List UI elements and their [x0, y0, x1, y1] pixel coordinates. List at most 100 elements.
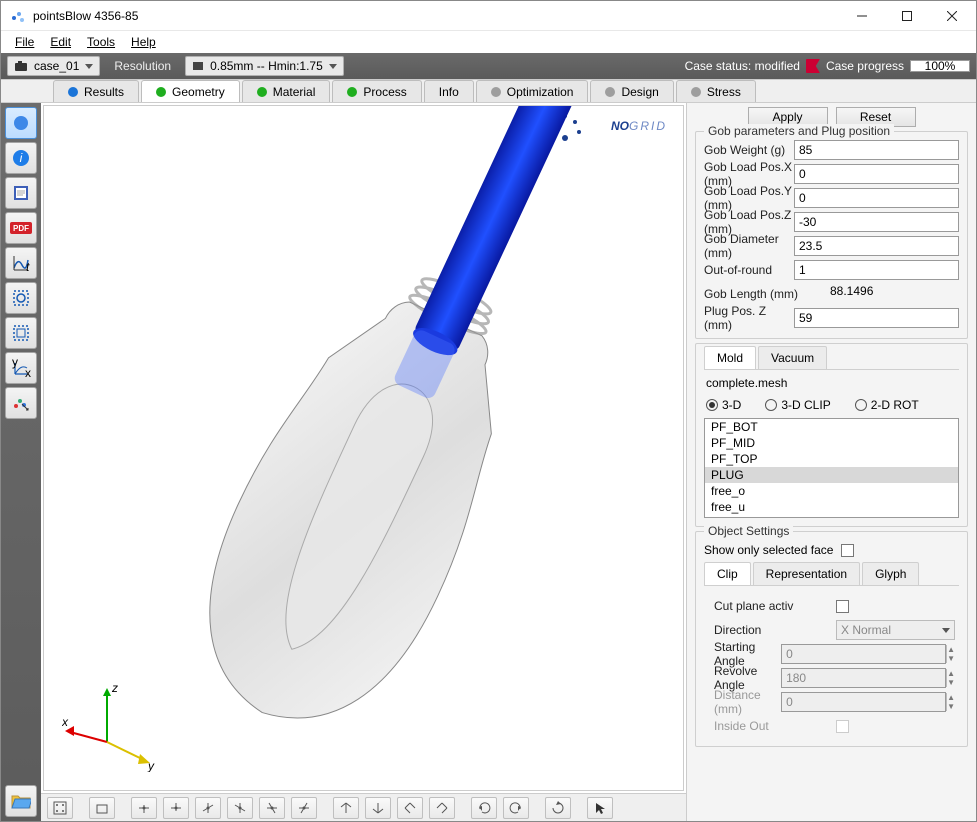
chevron-down-icon: [329, 64, 337, 69]
square-icon: [192, 61, 204, 71]
radio-icon: [706, 399, 718, 411]
fullscreen-button[interactable]: [5, 317, 37, 349]
info-button[interactable]: i: [5, 142, 37, 174]
tab-stress[interactable]: Stress: [676, 80, 756, 102]
svg-text:y: y: [12, 358, 18, 369]
status-dot-icon: [156, 87, 166, 97]
menu-edit[interactable]: Edit: [42, 33, 79, 51]
plug-z-input[interactable]: [794, 308, 959, 328]
pdf-icon: PDF: [10, 222, 32, 234]
case-selector[interactable]: case_01: [7, 56, 100, 76]
gob-length-label: Gob Length (mm): [704, 287, 826, 301]
status-dot-icon: [691, 87, 701, 97]
status-dot-icon: [605, 87, 615, 97]
status-dot-icon: [491, 87, 501, 97]
menu-file[interactable]: File: [7, 33, 42, 51]
out-of-round-input[interactable]: [794, 260, 959, 280]
minimize-button[interactable]: [839, 1, 884, 30]
revolve-angle-input: [781, 668, 946, 688]
case-progress-label: Case progress: [826, 59, 904, 73]
main-area: i PDF t yx NOGRID: [1, 103, 976, 821]
radio-3d[interactable]: 3-D: [706, 398, 741, 412]
tab-info[interactable]: Info: [424, 80, 474, 102]
title-bar: pointsBlow 4356-85: [1, 1, 976, 31]
subtab-mold[interactable]: Mold: [704, 346, 756, 369]
notes-button[interactable]: [5, 177, 37, 209]
left-toolbar: i PDF t yx: [1, 103, 41, 821]
list-item[interactable]: free_u: [705, 499, 958, 515]
radio-3d-clip[interactable]: 3-D CLIP: [765, 398, 830, 412]
object-subtabs: Clip Representation Glyph: [704, 562, 959, 586]
gob-load-y-input[interactable]: [794, 188, 959, 208]
spinner: ▲▼: [946, 693, 955, 711]
gob-load-z-input[interactable]: [794, 212, 959, 232]
tab-design[interactable]: Design: [590, 80, 673, 102]
inside-out-checkbox: [836, 720, 849, 733]
mesh-filename: complete.mesh: [704, 370, 959, 392]
list-item[interactable]: free_o: [705, 483, 958, 499]
subtab-clip[interactable]: Clip: [704, 562, 751, 585]
mold-subtabs: Mold Vacuum: [704, 346, 959, 370]
top-toolbar: case_01 Resolution 0.85mm -- Hmin:1.75 C…: [1, 53, 976, 79]
axes-tool-button[interactable]: yx: [5, 352, 37, 384]
gob-length-value: 88.1496: [826, 284, 959, 304]
list-item[interactable]: PF_BOT: [705, 419, 958, 435]
pick-point-button[interactable]: [5, 387, 37, 419]
home-view-button[interactable]: [5, 107, 37, 139]
gob-parameters-group: Gob parameters and Plug position Gob Wei…: [695, 131, 968, 339]
radio-2d-rot[interactable]: 2-D ROT: [855, 398, 919, 412]
plot-tool-button[interactable]: t: [5, 247, 37, 279]
tab-material[interactable]: Material: [242, 80, 331, 102]
subtab-glyph[interactable]: Glyph: [862, 562, 919, 585]
tab-results[interactable]: Results: [53, 80, 139, 102]
app-icon: [9, 7, 27, 25]
svg-text:y: y: [147, 759, 155, 772]
direction-label: Direction: [714, 623, 836, 637]
cut-plane-checkbox[interactable]: [836, 600, 849, 613]
resolution-selector[interactable]: 0.85mm -- Hmin:1.75: [185, 56, 344, 76]
list-item[interactable]: PF_MID: [705, 435, 958, 451]
tab-optimization[interactable]: Optimization: [476, 80, 589, 102]
cut-plane-label: Cut plane activ: [714, 599, 836, 613]
list-item[interactable]: PLUG: [705, 467, 958, 483]
screenshot-button[interactable]: [5, 282, 37, 314]
maximize-button[interactable]: [884, 1, 929, 30]
svg-text:z: z: [111, 682, 118, 695]
mold-group: Mold Vacuum complete.mesh 3-D 3-D CLIP 2…: [695, 343, 968, 527]
spinner: ▲▼: [946, 669, 955, 687]
gob-diameter-label: Gob Diameter (mm): [704, 232, 794, 260]
view-mode-radios: 3-D 3-D CLIP 2-D ROT: [704, 392, 959, 418]
menu-tools[interactable]: Tools: [79, 33, 123, 51]
3d-viewport[interactable]: NOGRID: [43, 105, 684, 791]
subtab-representation[interactable]: Representation: [753, 562, 860, 585]
progress-bar: 100%: [910, 60, 970, 72]
gob-load-x-input[interactable]: [794, 164, 959, 184]
parts-listbox[interactable]: PF_BOT PF_MID PF_TOP PLUG free_o free_u: [704, 418, 959, 518]
axis-gizmo: z x y: [62, 682, 172, 772]
direction-select: X Normal: [836, 620, 955, 640]
status-dot-icon: [68, 87, 78, 97]
distance-label: Distance (mm): [714, 688, 781, 716]
subtab-vacuum[interactable]: Vacuum: [758, 346, 827, 369]
case-name: case_01: [34, 59, 79, 73]
open-folder-button[interactable]: [5, 785, 37, 817]
camera-icon: [14, 60, 28, 72]
gob-diameter-input[interactable]: [794, 236, 959, 256]
gob-weight-input[interactable]: [794, 140, 959, 160]
status-dot-icon: [347, 87, 357, 97]
pdf-export-button[interactable]: PDF: [5, 212, 37, 244]
spinner: ▲▼: [946, 645, 955, 663]
close-button[interactable]: [929, 1, 974, 30]
tab-geometry[interactable]: Geometry: [141, 80, 240, 102]
tab-process[interactable]: Process: [332, 80, 421, 102]
svg-text:x: x: [25, 366, 31, 378]
radio-icon: [855, 399, 867, 411]
flag-icon: [806, 59, 820, 73]
start-angle-input: [781, 644, 946, 664]
menu-help[interactable]: Help: [123, 33, 164, 51]
resolution-value: 0.85mm -- Hmin:1.75: [210, 59, 323, 73]
list-item[interactable]: PF_TOP: [705, 451, 958, 467]
distance-input: [781, 692, 946, 712]
show-face-checkbox[interactable]: [841, 544, 854, 557]
radio-icon: [765, 399, 777, 411]
